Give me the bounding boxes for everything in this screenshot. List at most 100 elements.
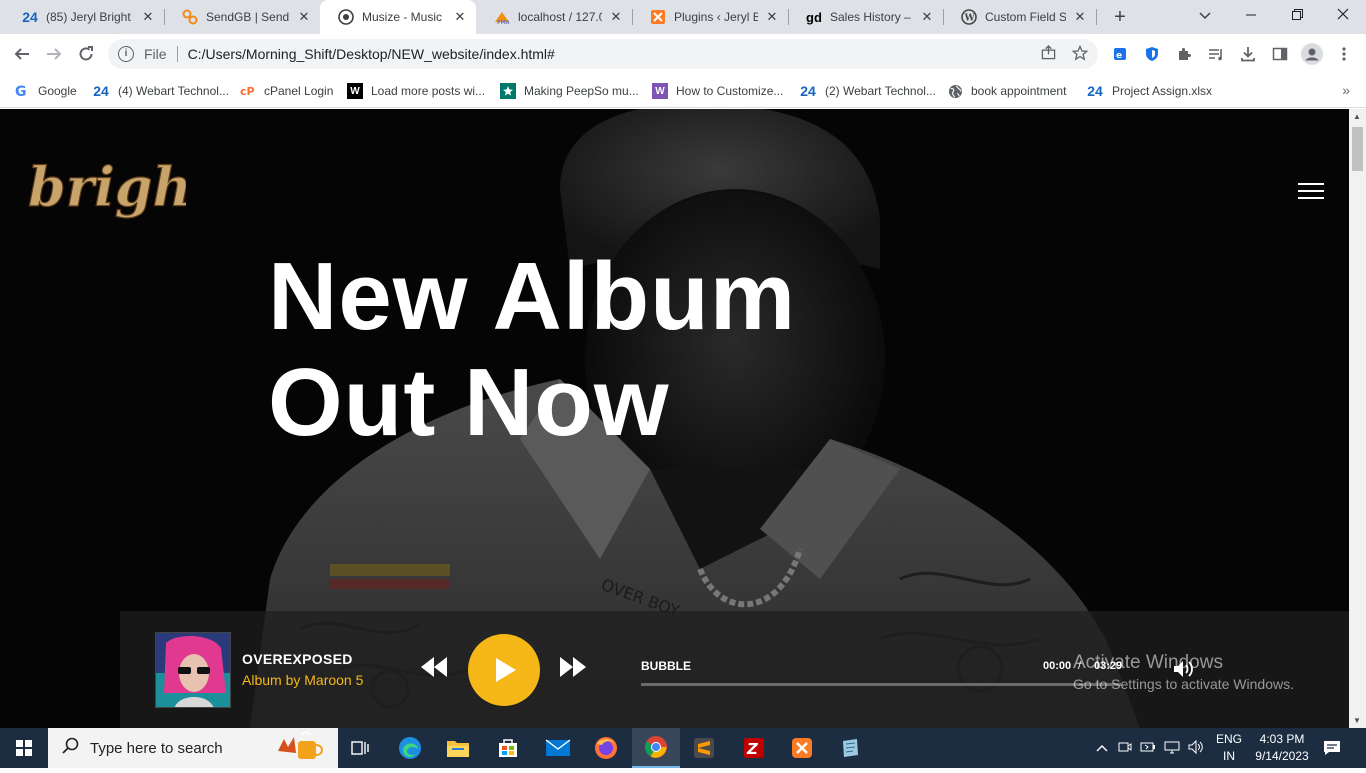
- scroll-up-arrow-icon[interactable]: ▲: [1353, 112, 1361, 121]
- firefox-icon[interactable]: [582, 728, 630, 768]
- windows-logo-icon: [16, 740, 32, 756]
- back-button[interactable]: [10, 42, 34, 66]
- downloads-icon[interactable]: [1236, 42, 1260, 66]
- edge-browser-icon[interactable]: [386, 728, 434, 768]
- bookmark-load-more[interactable]: W Load more posts wi...: [347, 81, 485, 101]
- new-tab-button[interactable]: +: [1108, 5, 1132, 29]
- play-button[interactable]: [468, 634, 540, 706]
- show-hidden-icons-chevron-icon[interactable]: [1096, 741, 1108, 755]
- bookmark-book-appointment[interactable]: book appointment: [947, 81, 1066, 101]
- phpmyadmin-icon: PMA: [494, 9, 510, 25]
- close-tab-icon[interactable]: ✕: [452, 9, 468, 25]
- svg-text:G: G: [15, 84, 27, 98]
- notes-app-icon[interactable]: [826, 728, 874, 768]
- bright-logo[interactable]: bright: [26, 151, 186, 231]
- shield-extension-icon[interactable]: [1140, 42, 1164, 66]
- close-tab-icon[interactable]: ✕: [919, 9, 935, 25]
- browser-menu-icon[interactable]: [1332, 42, 1356, 66]
- next-track-icon[interactable]: [558, 655, 588, 679]
- close-tab-icon[interactable]: ✕: [608, 9, 624, 25]
- bookmark-webart-4[interactable]: 24 (4) Webart Technol...: [92, 81, 229, 101]
- bookmark-google[interactable]: G Google: [14, 81, 77, 101]
- address-bar[interactable]: i File C:/Users/Morning_Shift/Desktop/NE…: [108, 39, 1098, 69]
- bookmark-label: Google: [38, 84, 77, 98]
- translate-extension-icon[interactable]: e: [1108, 42, 1132, 66]
- forward-button[interactable]: [42, 42, 66, 66]
- tab-title: Plugins ‹ Jeryl Bri: [674, 10, 758, 24]
- share-icon[interactable]: [1041, 45, 1056, 63]
- file-explorer-icon[interactable]: [434, 728, 482, 768]
- bookmark-label: cPanel Login: [264, 84, 334, 98]
- input-language-indicator[interactable]: ENG IN: [1216, 731, 1242, 765]
- sendgb-icon: [182, 9, 198, 25]
- restore-window-button[interactable]: [1274, 0, 1320, 32]
- tab-custom-field[interactable]: W Custom Field Sui ✕: [943, 0, 1096, 34]
- bookmark-project-assign[interactable]: 24 Project Assign.xlsx: [1086, 81, 1212, 101]
- scrollbar-thumb[interactable]: [1352, 127, 1363, 171]
- extensions-puzzle-icon[interactable]: [1172, 42, 1196, 66]
- meet-now-icon[interactable]: [1118, 740, 1132, 757]
- mail-icon[interactable]: [534, 728, 582, 768]
- time-current: 00:00: [1043, 660, 1072, 672]
- tab-jeryl-bright[interactable]: 24 (85) Jeryl Bright V ✕: [4, 0, 164, 34]
- tab-title: (85) Jeryl Bright V: [46, 10, 134, 24]
- reload-button[interactable]: [74, 42, 98, 66]
- minimize-window-button[interactable]: [1228, 0, 1274, 32]
- bookmarks-overflow-chevron-icon[interactable]: »: [1342, 82, 1350, 98]
- bookmark-webart-2[interactable]: 24 (2) Webart Technol...: [799, 81, 936, 101]
- chrome-icon[interactable]: [632, 728, 680, 768]
- windows-taskbar: Type here to search Z ENG IN 4:03 PM 9/1…: [0, 728, 1366, 768]
- close-window-button[interactable]: [1320, 0, 1366, 32]
- hamburger-menu-icon[interactable]: [1298, 183, 1324, 201]
- sublime-text-icon[interactable]: [680, 728, 728, 768]
- profile-avatar-icon[interactable]: [1300, 42, 1324, 66]
- network-icon[interactable]: [1164, 740, 1180, 757]
- taskbar-clock[interactable]: 4:03 PM 9/14/2023: [1250, 731, 1314, 765]
- svg-text:cP: cP: [240, 85, 255, 98]
- reading-list-icon[interactable]: [1204, 42, 1228, 66]
- google-icon: G: [14, 83, 30, 99]
- close-tab-icon[interactable]: ✕: [296, 9, 312, 25]
- bookmark-label: How to Customize...: [676, 84, 784, 98]
- xampp-control-icon[interactable]: [778, 728, 826, 768]
- svg-text:PMA: PMA: [497, 20, 510, 25]
- search-icon: [62, 737, 80, 759]
- tab-plugins[interactable]: Plugins ‹ Jeryl Bri ✕: [632, 0, 788, 34]
- close-tab-icon[interactable]: ✕: [764, 9, 780, 25]
- tab-sendgb[interactable]: SendGB | Send La ✕: [164, 0, 320, 34]
- page-scrollbar[interactable]: ▲ ▼: [1349, 109, 1366, 728]
- close-tab-icon[interactable]: ✕: [1072, 9, 1088, 25]
- tab-localhost[interactable]: PMA localhost / 127.0. ✕: [476, 0, 632, 34]
- musize-icon: [338, 9, 354, 25]
- twentyfour-favicon-icon: 24: [93, 83, 109, 99]
- taskbar-search-box[interactable]: Type here to search: [48, 728, 338, 768]
- speaker-volume-icon[interactable]: [1188, 739, 1204, 757]
- site-info-icon[interactable]: i: [118, 46, 134, 62]
- windows-start-button[interactable]: [0, 728, 48, 768]
- scroll-down-arrow-icon[interactable]: ▼: [1353, 716, 1361, 725]
- previous-track-icon[interactable]: [419, 655, 449, 679]
- language-code: ENG: [1216, 732, 1243, 746]
- album-artist[interactable]: Album by Maroon 5: [242, 672, 363, 688]
- bookmark-star-icon[interactable]: [1071, 44, 1089, 64]
- bookmark-peepso[interactable]: Making PeepSo mu...: [500, 81, 639, 101]
- tab-musize[interactable]: Musize - Music B ✕: [320, 0, 476, 34]
- wordpress-icon: W: [961, 9, 977, 25]
- filezilla-icon[interactable]: Z: [730, 728, 778, 768]
- bookmark-customize[interactable]: W How to Customize...: [652, 81, 783, 101]
- tab-sales-history[interactable]: gd Sales History – G ✕: [788, 0, 943, 34]
- bookmark-label: (4) Webart Technol...: [118, 84, 229, 98]
- bookmark-cpanel[interactable]: cP cPanel Login: [240, 81, 333, 101]
- side-panel-icon[interactable]: [1268, 42, 1292, 66]
- battery-saver-icon[interactable]: [1140, 740, 1156, 757]
- close-tab-icon[interactable]: ✕: [140, 9, 156, 25]
- microsoft-store-icon[interactable]: [484, 728, 532, 768]
- url-text[interactable]: C:/Users/Morning_Shift/Desktop/NEW_websi…: [188, 46, 1041, 62]
- w-favicon-icon: W: [347, 83, 363, 99]
- tab-search-chevron-icon[interactable]: [1182, 0, 1228, 32]
- svg-text:bright: bright: [28, 155, 186, 219]
- notifications-icon[interactable]: [1310, 728, 1354, 768]
- autumn-leaves-search-highlight-icon: [274, 729, 328, 767]
- task-view-icon[interactable]: [336, 728, 384, 768]
- song-progress-bar[interactable]: [641, 683, 1121, 686]
